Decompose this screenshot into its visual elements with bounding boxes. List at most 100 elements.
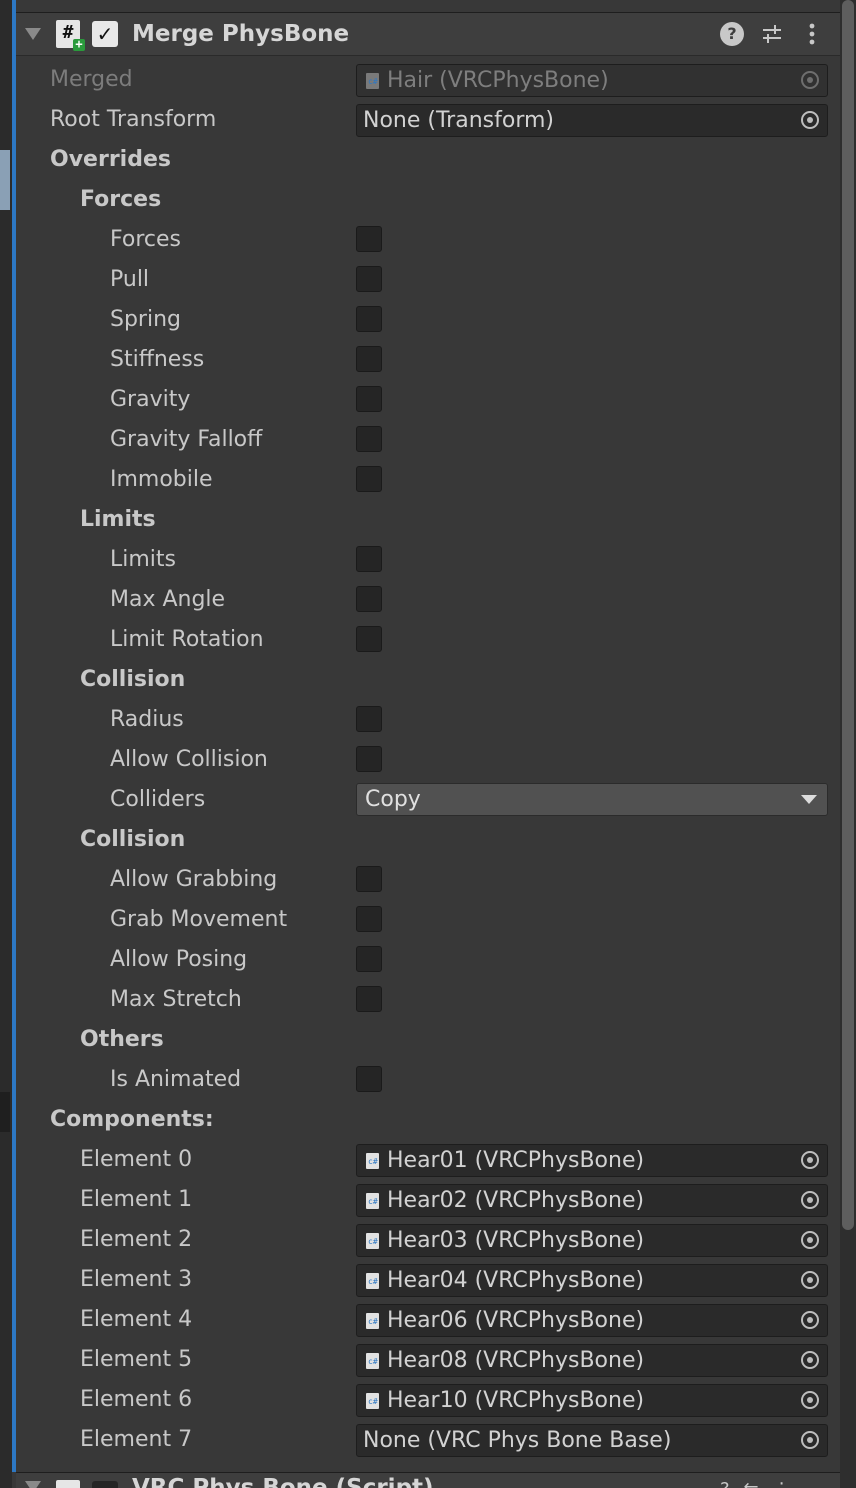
others-group-label: Others [80, 1027, 164, 1052]
add-badge-icon: + [73, 38, 85, 51]
context-menu-icon[interactable] [800, 22, 824, 46]
element-label: Element 0 [80, 1147, 193, 1172]
override-label: Is Animated [110, 1067, 242, 1092]
element-object-field[interactable]: Hear01 (VRCPhysBone) [356, 1144, 828, 1177]
element-value: None (VRC Phys Bone Base) [363, 1428, 672, 1453]
override-label: Spring [110, 307, 181, 332]
merged-label: Merged [50, 67, 133, 92]
root-transform-value: None (Transform) [363, 108, 554, 133]
object-picker-icon[interactable] [801, 1351, 819, 1369]
override-checkbox-spring[interactable] [356, 306, 382, 332]
scene-view-fragment [0, 150, 10, 210]
object-picker-icon[interactable] [801, 1191, 819, 1209]
root-transform-field[interactable]: None (Transform) [356, 104, 828, 137]
element-label: Element 1 [80, 1187, 193, 1212]
element-object-field[interactable]: Hear10 (VRCPhysBone) [356, 1384, 828, 1417]
override-label: Forces [110, 227, 181, 252]
override-row-is-animated: Is Animated [16, 1060, 840, 1100]
components-header: Components: [16, 1100, 840, 1140]
component-element-row: Element 0 Hear01 (VRCPhysBone) [16, 1140, 840, 1180]
object-picker-icon[interactable] [801, 1271, 819, 1289]
element-object-field[interactable]: Hear06 (VRCPhysBone) [356, 1304, 828, 1337]
override-checkbox-limits[interactable] [356, 546, 382, 572]
override-checkbox-limit-rotation[interactable] [356, 626, 382, 652]
object-picker-icon[interactable] [801, 1391, 819, 1409]
override-label: Max Stretch [110, 987, 242, 1012]
object-picker-icon[interactable] [801, 1431, 819, 1449]
override-checkbox-pull[interactable] [356, 266, 382, 292]
override-checkbox-allow-collision[interactable] [356, 746, 382, 772]
override-label: Max Angle [110, 587, 226, 612]
script-file-icon [366, 1313, 379, 1329]
override-row-max-angle: Max Angle [16, 580, 840, 620]
overrides-header: Overrides [16, 140, 840, 180]
element-object-field[interactable]: Hear03 (VRCPhysBone) [356, 1224, 828, 1257]
component-element-row: Element 4 Hear06 (VRCPhysBone) [16, 1300, 840, 1340]
override-row-allow-grabbing: Allow Grabbing [16, 860, 840, 900]
override-row-pull: Pull [16, 260, 840, 300]
collision-group-header: Collision [16, 660, 840, 700]
override-checkbox-immobile[interactable] [356, 466, 382, 492]
element-value: Hear08 (VRCPhysBone) [387, 1348, 645, 1373]
override-checkbox-max-stretch[interactable] [356, 986, 382, 1012]
object-picker-icon[interactable] [801, 1231, 819, 1249]
override-checkbox-grab-movement[interactable] [356, 906, 382, 932]
limits-group-header: Limits [16, 500, 840, 540]
override-checkbox-allow-grabbing[interactable] [356, 866, 382, 892]
component-enabled-checkbox[interactable] [92, 1481, 118, 1488]
component-enabled-checkbox[interactable]: ✓ [92, 21, 118, 47]
object-picker-icon[interactable] [801, 1151, 819, 1169]
object-picker-icon [801, 71, 819, 89]
foldout-arrow-icon[interactable] [25, 28, 41, 40]
scene-view-edge [0, 0, 12, 1488]
override-checkbox-gravity[interactable] [356, 386, 382, 412]
element-object-field[interactable]: None (VRC Phys Bone Base) [356, 1424, 828, 1457]
script-file-icon [366, 1233, 379, 1249]
presets-icon[interactable] [760, 22, 784, 46]
element-object-field[interactable]: Hear08 (VRCPhysBone) [356, 1344, 828, 1377]
override-label: Radius [110, 707, 184, 732]
component-header[interactable]: # + ✓ Merge PhysBone ? [16, 12, 840, 56]
forces-group-header: Forces [16, 180, 840, 220]
element-label: Element 2 [80, 1227, 193, 1252]
component-element-row: Element 1 Hear02 (VRCPhysBone) [16, 1180, 840, 1220]
script-file-icon [366, 1353, 379, 1369]
override-label: Grab Movement [110, 907, 288, 932]
override-label: Pull [110, 267, 150, 292]
vertical-scrollbar[interactable] [840, 0, 856, 1488]
override-row-limit-rotation: Limit Rotation [16, 620, 840, 660]
element-value: Hear04 (VRCPhysBone) [387, 1268, 645, 1293]
override-label: Allow Grabbing [110, 867, 278, 892]
overrides-label: Overrides [50, 147, 171, 172]
override-row-grab-movement: Grab Movement [16, 900, 840, 940]
override-checkbox-allow-posing[interactable] [356, 946, 382, 972]
next-component-header[interactable]: VRC Phys Bone (Script) ?⇆⋮ [16, 1472, 840, 1488]
override-checkbox-radius[interactable] [356, 706, 382, 732]
override-checkbox-gravity-falloff[interactable] [356, 426, 382, 452]
collision-grab-group-label: Collision [80, 827, 186, 852]
override-checkbox-is-animated[interactable] [356, 1066, 382, 1092]
element-object-field[interactable]: Hear02 (VRCPhysBone) [356, 1184, 828, 1217]
component-element-row: Element 5 Hear08 (VRCPhysBone) [16, 1340, 840, 1380]
scrollbar-thumb[interactable] [842, 0, 854, 1230]
element-object-field[interactable]: Hear04 (VRCPhysBone) [356, 1264, 828, 1297]
override-label: Immobile [110, 467, 213, 492]
colliders-dropdown[interactable]: Copy [356, 783, 828, 816]
script-file-icon [366, 1273, 379, 1289]
collision-group-label: Collision [80, 667, 186, 692]
override-checkbox-forces[interactable] [356, 226, 382, 252]
colliders-label: Colliders [110, 787, 206, 812]
object-picker-icon[interactable] [801, 1311, 819, 1329]
object-picker-icon[interactable] [801, 111, 819, 129]
help-icon[interactable]: ? [720, 22, 744, 46]
override-checkbox-max-angle[interactable] [356, 586, 382, 612]
element-value: Hear03 (VRCPhysBone) [387, 1228, 645, 1253]
script-icon: # + [56, 20, 85, 51]
override-row-allow-posing: Allow Posing [16, 940, 840, 980]
override-row-gravity: Gravity [16, 380, 840, 420]
root-transform-label: Root Transform [50, 107, 217, 132]
override-checkbox-stiffness[interactable] [356, 346, 382, 372]
foldout-arrow-icon[interactable] [25, 1481, 41, 1488]
header-tools-icons[interactable]: ?⇆⋮ [720, 1479, 805, 1488]
script-file-icon [366, 73, 379, 89]
